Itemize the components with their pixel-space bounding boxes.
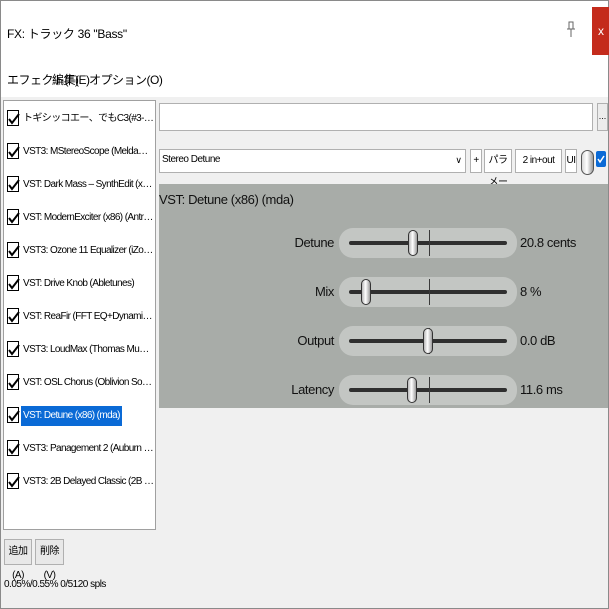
param-slider[interactable] (339, 326, 517, 356)
close-button[interactable]: x (592, 7, 609, 55)
fx-list-item[interactable]: VST: Drive Knob (Abletunes) (6, 271, 156, 297)
plugin-panel: VST: Detune (x86) (mda) Detune 20.8 cents… (159, 184, 608, 408)
fx-list-item[interactable]: VST3: Panagement 2 (Auburn Sounds) (6, 436, 156, 462)
fx-list-item[interactable]: VST: OSL Chorus (Oblivion Sound Lab) (6, 370, 156, 396)
param-value: 20.8 cents (520, 235, 576, 250)
plugin-preset-value: Stereo Detune (162, 154, 221, 165)
fx-enable-checkbox[interactable] (7, 143, 20, 159)
param-label: Mix (314, 284, 334, 299)
fx-item-label: VST: OSL Chorus (Oblivion Sound Lab) (23, 377, 156, 388)
slider-groove (349, 241, 507, 245)
window-title: FX: トラック 36 "Bass" (7, 27, 127, 41)
param-slider[interactable] (339, 375, 517, 405)
param-slider[interactable] (339, 277, 517, 307)
fx-enable-checkbox[interactable] (7, 473, 20, 489)
fx-enable-checkbox[interactable] (7, 110, 20, 126)
param-value: 11.6 ms (520, 382, 563, 397)
fx-enable-checkbox[interactable] (7, 209, 20, 225)
slider-thumb[interactable] (360, 279, 371, 305)
fx-list-item[interactable]: VST3: MStereoScope (MeldaProduction) (6, 139, 156, 165)
preset-field[interactable] (159, 103, 593, 131)
param-label: Detune (294, 235, 334, 250)
slider-groove (349, 388, 507, 392)
io-button[interactable]: 2 in+out (515, 149, 562, 173)
fx-enable-checkbox[interactable] (7, 275, 20, 291)
param-slider[interactable] (339, 228, 517, 258)
remove-fx-button[interactable]: 削除(V) (35, 539, 64, 581)
fx-list-item[interactable]: VST3: 2B Delayed Classic (2B Played Musi… (6, 469, 156, 495)
fx-enable-checkbox[interactable] (7, 407, 20, 423)
fx-list-item[interactable]: VST: Detune (x86) (mda) (6, 403, 156, 429)
param-button[interactable]: パラメータ (484, 149, 512, 210)
ui-button[interactable]: UI (565, 149, 577, 173)
slider-center-mark (429, 377, 430, 403)
fx-item-label: VST: Detune (x86) (mda) (21, 406, 122, 426)
chevron-down-icon: ∨ (455, 155, 462, 165)
bypass-checkbox[interactable] (596, 151, 606, 167)
fx-enable-checkbox[interactable] (7, 374, 20, 390)
param-value: 0.0 dB (520, 333, 556, 348)
cpu-status: 0.05%/0.55% 0/5120 spls (4, 579, 106, 590)
fx-item-label: VST: ReaFir (FFT EQ+Dynamics Processor..… (23, 311, 156, 322)
slider-thumb[interactable] (423, 328, 433, 354)
fx-item-label: VST3: LoudMax (Thomas Mundt) (23, 344, 155, 355)
slider-center-mark (429, 279, 430, 305)
fx-list-item[interactable]: VST: ReaFir (FFT EQ+Dynamics Processor..… (6, 304, 156, 330)
slider-groove (349, 290, 507, 294)
fx-item-label: VST: ModernExciter (x86) (Antress) (23, 212, 156, 223)
fx-list-item[interactable]: VST: Dark Mass – SynthEdit (x86) (SynthE… (6, 172, 156, 198)
slider-thumb[interactable] (408, 230, 419, 256)
menu-options[interactable]: オプション(O) (89, 71, 163, 88)
param-label: Output (297, 333, 334, 348)
wet-knob[interactable] (581, 150, 594, 175)
fx-list-item[interactable]: VST3: LoudMax (Thomas Mundt) (6, 337, 156, 363)
preset-menu-button[interactable]: ... (597, 103, 608, 131)
add-fx-button[interactable]: 追加(A) (4, 539, 32, 581)
menu-edit[interactable]: 編集(E) (52, 71, 90, 88)
fx-enable-checkbox[interactable] (7, 440, 20, 456)
fx-list-item[interactable]: VST: ModernExciter (x86) (Antress) (6, 205, 156, 231)
fx-enable-checkbox[interactable] (7, 242, 20, 258)
fx-item-label: VST: Dark Mass – SynthEdit (x86) (SynthE… (23, 179, 156, 190)
fx-item-label: VST: Drive Knob (Abletunes) (23, 278, 135, 289)
param-label: Latency (291, 382, 334, 397)
fx-list-item[interactable]: VST3: Ozone 11 Equalizer (iZotope) (6, 238, 156, 264)
fx-item-label: VST3: 2B Delayed Classic (2B Played Musi… (23, 476, 156, 487)
fx-enable-checkbox[interactable] (7, 308, 20, 324)
plugin-title: VST: Detune (x86) (mda) (159, 192, 294, 207)
slider-thumb[interactable] (406, 377, 417, 403)
fx-chain-list[interactable]: トギシッコエー、でもC3(#3-3.51)(RS5K) VST3: MStereo… (3, 100, 156, 530)
fx-item-label: トギシッコエー、でもC3(#3-3.51)(RS5K) (23, 113, 156, 124)
fx-enable-checkbox[interactable] (7, 341, 20, 357)
add-preset-button[interactable]: + (470, 149, 482, 173)
fx-item-label: VST3: Ozone 11 Equalizer (iZotope) (23, 245, 156, 256)
title-bar[interactable]: FX: トラック 36 "Bass" x (1, 1, 609, 61)
fx-item-label: VST3: Panagement 2 (Auburn Sounds) (23, 443, 156, 454)
param-value: 8 % (520, 284, 542, 299)
menu-bar: エフェクト(F) 編集(E) オプション(O) (1, 61, 608, 97)
pin-icon[interactable] (565, 21, 577, 39)
fx-enable-checkbox[interactable] (7, 176, 20, 192)
slider-center-mark (429, 230, 430, 256)
fx-window: FX: トラック 36 "Bass" x エフェクト(F) 編集(E) オプショ… (0, 0, 609, 609)
fx-item-label: VST3: MStereoScope (MeldaProduction) (23, 146, 156, 157)
fx-list-item[interactable]: トギシッコエー、でもC3(#3-3.51)(RS5K) (6, 106, 156, 132)
plugin-preset-select[interactable]: Stereo Detune ∨ (159, 149, 466, 173)
